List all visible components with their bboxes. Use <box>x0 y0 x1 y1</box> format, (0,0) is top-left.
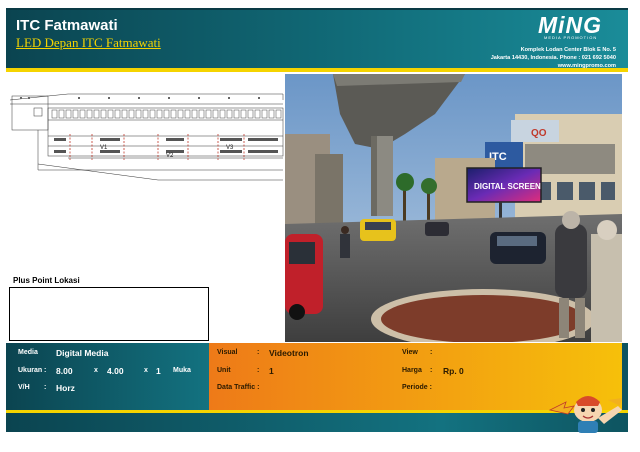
vh-value: Horz <box>56 383 75 393</box>
periode-label: Periode : <box>402 384 432 391</box>
visual-value: Videotron <box>269 348 309 358</box>
plus-point-box <box>9 287 209 341</box>
harga-colon: : <box>430 367 433 374</box>
media-info-panel: Media Digital Media Ukuran : 8.00 x 4.00… <box>6 343 209 410</box>
vh-colon: : <box>44 384 47 391</box>
address-line-2: Jakarta 14430, Indonesia. Phone : 021 69… <box>490 55 616 61</box>
visual-colon: : <box>257 349 260 356</box>
street-scene-image: QO ITC DIGITAL SCREEN <box>285 74 622 342</box>
visual-label: Visual <box>217 349 238 356</box>
location-subtitle-link[interactable]: LED Depan ITC Fatmawati <box>16 35 161 51</box>
page-title: ITC Fatmawati <box>16 17 118 34</box>
map-label-v3: V3 <box>226 145 234 151</box>
media-label: Media <box>18 349 38 356</box>
site-map: V1 V2 V3 <box>8 74 285 270</box>
digital-screen-text: DIGITAL SCREEN <box>474 182 541 191</box>
site-map-drawing: V1 V2 V3 <box>9 93 284 181</box>
data-traffic-label: Data Traffic : <box>217 384 260 391</box>
times-sign-1: x <box>94 367 98 374</box>
logo-tagline: MEDIA PROMOTION <box>544 35 598 40</box>
unit-colon: : <box>257 367 260 374</box>
harga-label: Harga <box>402 367 422 374</box>
muka-label: Muka <box>173 367 191 374</box>
header-banner: ITC Fatmawati LED Depan ITC Fatmawati Mi… <box>6 8 628 69</box>
mascot-icon <box>548 388 628 434</box>
ming-logo: MiNG MEDIA PROMOTION <box>538 12 614 41</box>
vh-label: V/H <box>18 384 30 391</box>
media-value: Digital Media <box>56 348 109 358</box>
address-line-1: Komplek Lodan Center Blok E No. 5 <box>520 47 616 53</box>
muka-count: 1 <box>156 366 161 376</box>
height-value: 4.00 <box>107 366 124 376</box>
unit-value: 1 <box>269 366 274 376</box>
qo-store-sign: QO <box>531 128 547 139</box>
view-colon: : <box>430 349 433 356</box>
location-photo: QO ITC DIGITAL SCREEN <box>285 74 622 342</box>
map-label-v1: V1 <box>100 145 108 151</box>
width-value: 8.00 <box>56 366 73 376</box>
times-sign-2: x <box>144 367 148 374</box>
view-label: View <box>402 349 418 356</box>
header-divider <box>6 68 628 72</box>
plus-point-label: Plus Point Lokasi <box>13 276 80 285</box>
map-label-v2: V2 <box>166 153 174 159</box>
footer-bar <box>6 410 628 432</box>
ukuran-label: Ukuran : <box>18 367 47 374</box>
unit-label: Unit <box>217 367 231 374</box>
harga-value: Rp. 0 <box>443 366 464 376</box>
